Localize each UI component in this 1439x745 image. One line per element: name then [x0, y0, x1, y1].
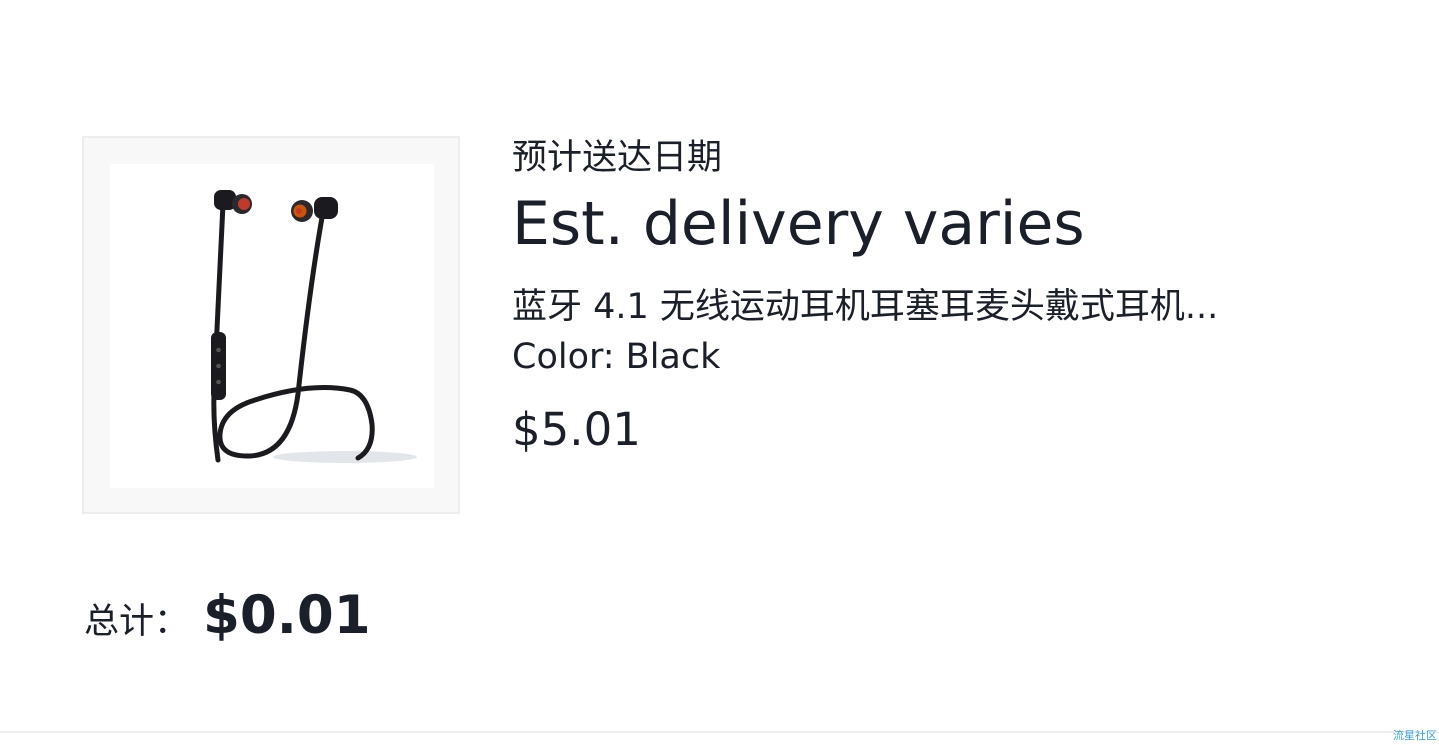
delivery-label: 预计送达日期	[512, 138, 723, 178]
item-title-link[interactable]: 蓝牙 4.1 无线运动耳机耳塞耳麦头戴式耳机...	[512, 282, 1312, 332]
watermark: 流星社区	[1393, 729, 1437, 742]
order-total: 总计： $0.01	[84, 585, 371, 646]
item-price: $5.01	[512, 403, 641, 456]
divider	[0, 731, 1439, 733]
total-value: $0.01	[203, 585, 371, 646]
delivery-estimate: Est. delivery varies	[512, 189, 1085, 259]
earphones-product-image	[110, 164, 434, 488]
total-label: 总计：	[84, 602, 190, 642]
product-thumbnail[interactable]	[82, 136, 460, 514]
item-details: 预计送达日期 Est. delivery varies 蓝牙 4.1 无线运动耳…	[512, 132, 1392, 460]
item-variant: Color: Black	[512, 337, 721, 377]
order-item-card: 预计送达日期 Est. delivery varies 蓝牙 4.1 无线运动耳…	[0, 0, 1439, 745]
